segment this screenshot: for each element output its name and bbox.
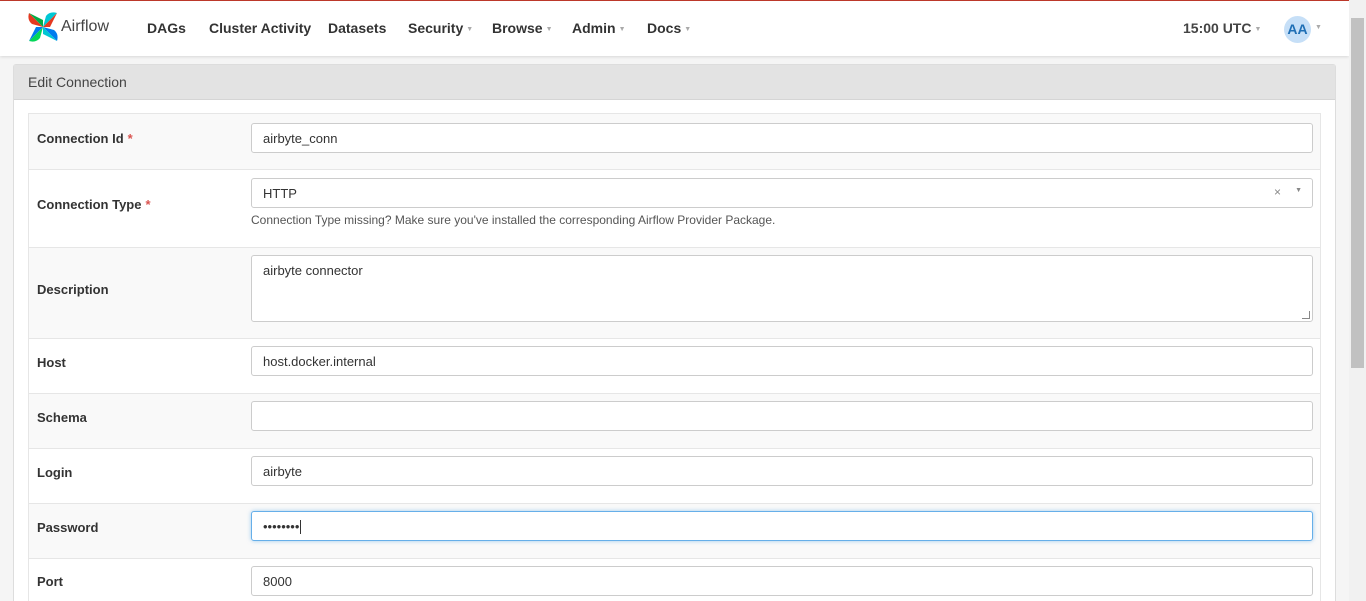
- nav-cluster-activity-label: Cluster Activity: [209, 20, 312, 36]
- brand-logo[interactable]: Airflow: [26, 10, 126, 44]
- scrollbar-thumb[interactable]: [1351, 18, 1364, 368]
- caret-down-icon: ▼: [545, 25, 553, 33]
- conn-type-select[interactable]: HTTP × ▼: [251, 178, 1313, 208]
- port-input[interactable]: 8000: [251, 566, 1313, 596]
- caret-down-icon: ▼: [618, 25, 626, 33]
- caret-down-icon: ▼: [684, 25, 692, 33]
- form-row-login: Login airbyte: [28, 448, 1321, 503]
- page-scrollbar[interactable]: [1349, 0, 1366, 601]
- nav-dags-label: DAGs: [147, 20, 186, 36]
- nav-datasets-label: Datasets: [328, 20, 387, 36]
- field-label-schema: Schema: [37, 410, 87, 425]
- form-row-conn-type: Connection Type * HTTP × ▼ Connection Typ…: [28, 169, 1321, 247]
- field-label-host: Host: [37, 355, 66, 370]
- schema-input[interactable]: [251, 401, 1313, 431]
- form-row-schema: Schema: [28, 393, 1321, 448]
- caret-down-icon: ▼: [466, 25, 474, 33]
- required-marker: *: [145, 197, 151, 212]
- caret-down-icon[interactable]: ▼: [1315, 24, 1322, 31]
- form-row-description: Description airbyte connector: [28, 247, 1321, 338]
- nav-docs[interactable]: Docs ▼: [647, 20, 691, 36]
- form-row-port: Port 8000: [28, 558, 1321, 601]
- field-label-conn-type: Connection Type *: [37, 197, 151, 212]
- conn-id-label-text: Connection Id: [37, 131, 124, 146]
- required-marker: *: [127, 131, 133, 146]
- field-label-description: Description: [37, 282, 109, 297]
- nav-admin-label: Admin: [572, 20, 616, 36]
- timezone-clock[interactable]: 15:00 UTC ▼: [1183, 20, 1261, 36]
- form-row-conn-id: Connection Id * airbyte_conn: [28, 113, 1321, 169]
- field-label-login: Login: [37, 465, 73, 480]
- nav-security-label: Security: [408, 20, 464, 36]
- nav-admin[interactable]: Admin ▼: [572, 20, 626, 36]
- description-text: airbyte connector: [263, 263, 363, 278]
- nav-browse[interactable]: Browse ▼: [492, 20, 553, 36]
- nav-cluster-activity[interactable]: Cluster Activity: [209, 20, 311, 36]
- login-input[interactable]: airbyte: [251, 456, 1313, 486]
- nav-browse-label: Browse: [492, 20, 543, 36]
- conn-id-input[interactable]: airbyte_conn: [251, 123, 1313, 153]
- clear-selection-icon[interactable]: ×: [1274, 185, 1281, 199]
- field-label-port: Port: [37, 574, 63, 589]
- clock-label: 15:00 UTC: [1183, 20, 1252, 36]
- brand-name: Airflow: [61, 18, 110, 35]
- conn-type-help-text: Connection Type missing? Make sure you'v…: [251, 213, 776, 227]
- conn-type-label-text: Connection Type: [37, 197, 142, 212]
- conn-type-selected-value: HTTP: [263, 186, 297, 201]
- host-input[interactable]: host.docker.internal: [251, 346, 1313, 376]
- nav-datasets[interactable]: Datasets: [328, 20, 386, 36]
- form-row-password: Password ••••••••: [28, 503, 1321, 558]
- chevron-down-icon[interactable]: ▼: [1295, 187, 1302, 194]
- password-input[interactable]: ••••••••: [251, 511, 1313, 541]
- airflow-pinwheel-icon: [28, 12, 58, 42]
- password-masked-value: ••••••••: [263, 519, 300, 534]
- nav-dags[interactable]: DAGs: [147, 20, 186, 36]
- description-textarea[interactable]: airbyte connector: [251, 255, 1313, 322]
- nav-security[interactable]: Security ▼: [408, 20, 473, 36]
- text-cursor: [300, 520, 302, 534]
- navbar: Airflow DAGs Cluster Activity Datasets S…: [0, 1, 1349, 56]
- panel-heading: Edit Connection: [14, 65, 1335, 100]
- resize-handle-icon[interactable]: [1302, 311, 1310, 319]
- nav-docs-label: Docs: [647, 20, 682, 36]
- field-label-conn-id: Connection Id *: [37, 131, 133, 146]
- form-row-host: Host host.docker.internal: [28, 338, 1321, 393]
- page-title: Edit Connection: [28, 74, 127, 90]
- caret-down-icon: ▼: [1254, 25, 1262, 33]
- field-label-password: Password: [37, 520, 99, 535]
- user-avatar[interactable]: AA: [1284, 16, 1311, 43]
